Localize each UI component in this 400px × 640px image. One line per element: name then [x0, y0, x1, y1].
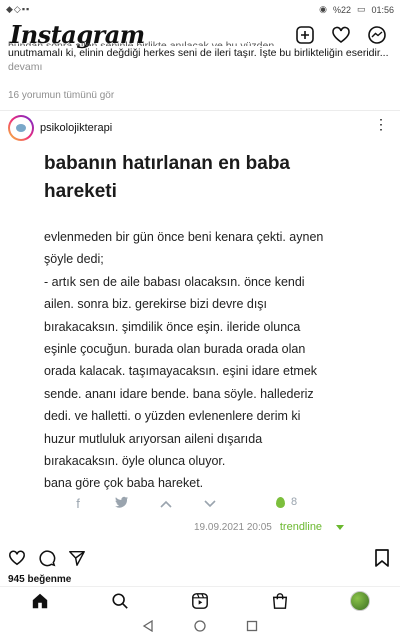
- home-circle-icon[interactable]: [194, 619, 206, 637]
- home-icon[interactable]: [28, 589, 52, 613]
- entry-line: orada kalacak. taşımayacaksın. eşini ida…: [44, 364, 318, 379]
- downvote-icon: [202, 496, 218, 511]
- comment-icon[interactable]: [38, 549, 56, 572]
- recents-icon[interactable]: [246, 619, 258, 637]
- post-actions: [0, 548, 400, 570]
- entry-line: bırakacaksın. öyle olunca oluyor.: [44, 454, 226, 469]
- entry-share-row: f: [70, 496, 218, 511]
- search-icon[interactable]: [108, 589, 132, 613]
- caret-down-icon: [336, 524, 345, 530]
- entry-line: - artık sen de aile babası olacaksın. ön…: [44, 274, 305, 289]
- entry-title-line: hareketi: [44, 181, 117, 202]
- clock: 01:56: [371, 4, 394, 15]
- status-left-icons: ◆◇▪▪: [6, 4, 31, 14]
- caption-line: unutmamalı ki, elinin değdiği herkes sen…: [8, 47, 389, 59]
- view-comments-link[interactable]: 16 yorumun tümünü gör: [8, 90, 114, 101]
- avatar[interactable]: [8, 115, 34, 141]
- entry-line: ailen. sonra biz. gerekirse bizi devre d…: [44, 297, 268, 312]
- battery-icon: ▭: [356, 4, 366, 14]
- back-icon[interactable]: [142, 619, 154, 637]
- share-icon[interactable]: [68, 549, 86, 572]
- post-username[interactable]: psikolojikterapi: [40, 122, 112, 134]
- likes-count[interactable]: 945 beğenme: [8, 574, 71, 585]
- eye-icon: ◉: [319, 4, 327, 14]
- entry-date: 19.09.2021 20:05: [194, 521, 272, 533]
- post-header: psikolojikterapi ⋮: [0, 114, 400, 144]
- entry-line: sende. ananı idare bende. bana söyle. ha…: [44, 386, 314, 401]
- entry-line: dedi. ve halletti. o yüzden evlenenlere …: [44, 409, 301, 424]
- more-link[interactable]: devamı: [8, 60, 394, 74]
- entry-likes: 8: [276, 496, 297, 508]
- twitter-icon: [114, 496, 130, 511]
- entry-line: bırakacaksın. şimdilik önce eşin. ilerid…: [44, 319, 301, 334]
- more-options-icon[interactable]: ⋮: [374, 117, 388, 131]
- post-image[interactable]: babanın hatırlanan en baba hareketi evle…: [0, 144, 400, 544]
- bottom-nav: [0, 586, 400, 615]
- trendline-brand: trendline: [279, 521, 323, 533]
- facebook-icon: f: [76, 496, 80, 511]
- entry-line: evlenmeden bir gün önce beni kenara çekt…: [44, 230, 324, 244]
- shop-icon[interactable]: [268, 589, 292, 613]
- entry-like-count: 8: [291, 496, 298, 508]
- battery-percent: %22: [332, 4, 351, 15]
- drop-icon: [276, 496, 285, 508]
- status-bar: ◆◇▪▪ ◉ %22 ▭ 01:56: [0, 0, 400, 18]
- caption-cut-line: bundan sonra ailen seninle birlikte anıl…: [8, 40, 275, 46]
- divider: [0, 110, 400, 111]
- system-nav: [0, 616, 400, 640]
- status-right: ◉ %22 ▭ 01:56: [319, 4, 394, 15]
- previous-post-caption: bundan sonra ailen seninle birlikte anıl…: [8, 40, 394, 74]
- entry-line: şöyle dedi;: [44, 252, 104, 267]
- like-icon[interactable]: [8, 549, 26, 572]
- entry-title-line: babanın hatırlanan en baba: [44, 153, 290, 174]
- entry-title: babanın hatırlanan en baba hareketi: [44, 150, 364, 206]
- profile-avatar[interactable]: [348, 589, 372, 613]
- bookmark-icon[interactable]: [374, 549, 390, 571]
- entry-line: eşinle çocuğun. burada olan burada orada…: [44, 342, 306, 357]
- reels-icon[interactable]: [188, 589, 212, 613]
- upvote-icon: [158, 496, 174, 511]
- entry-line: huzur mutluluk arıyorsan aileni dışarıda: [44, 431, 263, 446]
- entry-text: evlenmeden bir gün önce beni kenara çekt…: [44, 226, 364, 495]
- entry-meta: 19.09.2021 20:05 trendline: [194, 521, 345, 533]
- entry-line: bana göre çok baba hareket.: [44, 476, 204, 491]
